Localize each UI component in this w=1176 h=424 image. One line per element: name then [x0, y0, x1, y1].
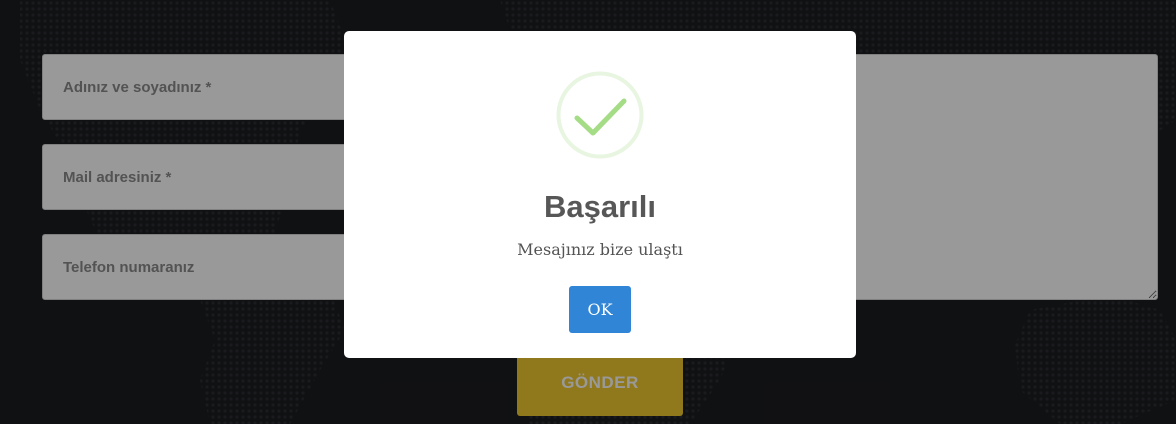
- success-check-icon: [556, 71, 644, 159]
- success-dialog: Başarılı Mesajınız bize ulaştı OK: [344, 31, 856, 358]
- contact-page: GÖNDER Başarılı Mesajınız bize ulaştı OK: [0, 0, 1176, 424]
- dialog-title: Başarılı: [543, 189, 656, 224]
- dialog-message: Mesajınız bize ulaştı: [517, 240, 683, 259]
- ok-button[interactable]: OK: [569, 286, 631, 333]
